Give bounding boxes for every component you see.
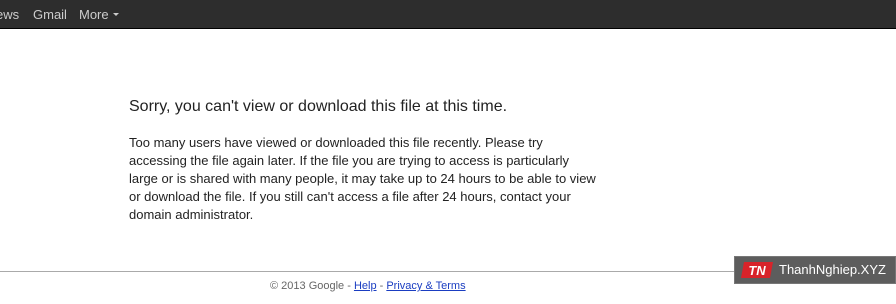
chevron-down-icon: [112, 13, 119, 17]
watermark-text: ThanhNghiep.XYZ: [779, 262, 886, 277]
nav-link-gmail[interactable]: Gmail: [33, 7, 67, 22]
watermark: TN ThanhNghiep.XYZ: [734, 256, 896, 284]
error-content: Sorry, you can't view or download this f…: [129, 97, 609, 224]
nav-link-news[interactable]: ews: [0, 7, 19, 22]
top-navigation-bar: ews Gmail More: [0, 0, 896, 29]
nav-more-menu[interactable]: More: [79, 7, 119, 22]
error-message: Too many users have viewed or downloaded…: [129, 135, 596, 222]
help-link[interactable]: Help: [354, 280, 377, 292]
nav-more-label: More: [79, 7, 109, 22]
footer-divider: [0, 271, 734, 272]
svg-text:TN: TN: [748, 263, 766, 278]
footer: © 2013 Google - Help - Privacy & Terms: [270, 280, 466, 292]
privacy-terms-link[interactable]: Privacy & Terms: [386, 280, 465, 292]
watermark-logo-icon: TN: [741, 262, 773, 278]
footer-copyright: © 2013 Google -: [270, 280, 354, 292]
footer-separator: -: [376, 280, 387, 292]
error-title: Sorry, you can't view or download this f…: [129, 98, 508, 115]
